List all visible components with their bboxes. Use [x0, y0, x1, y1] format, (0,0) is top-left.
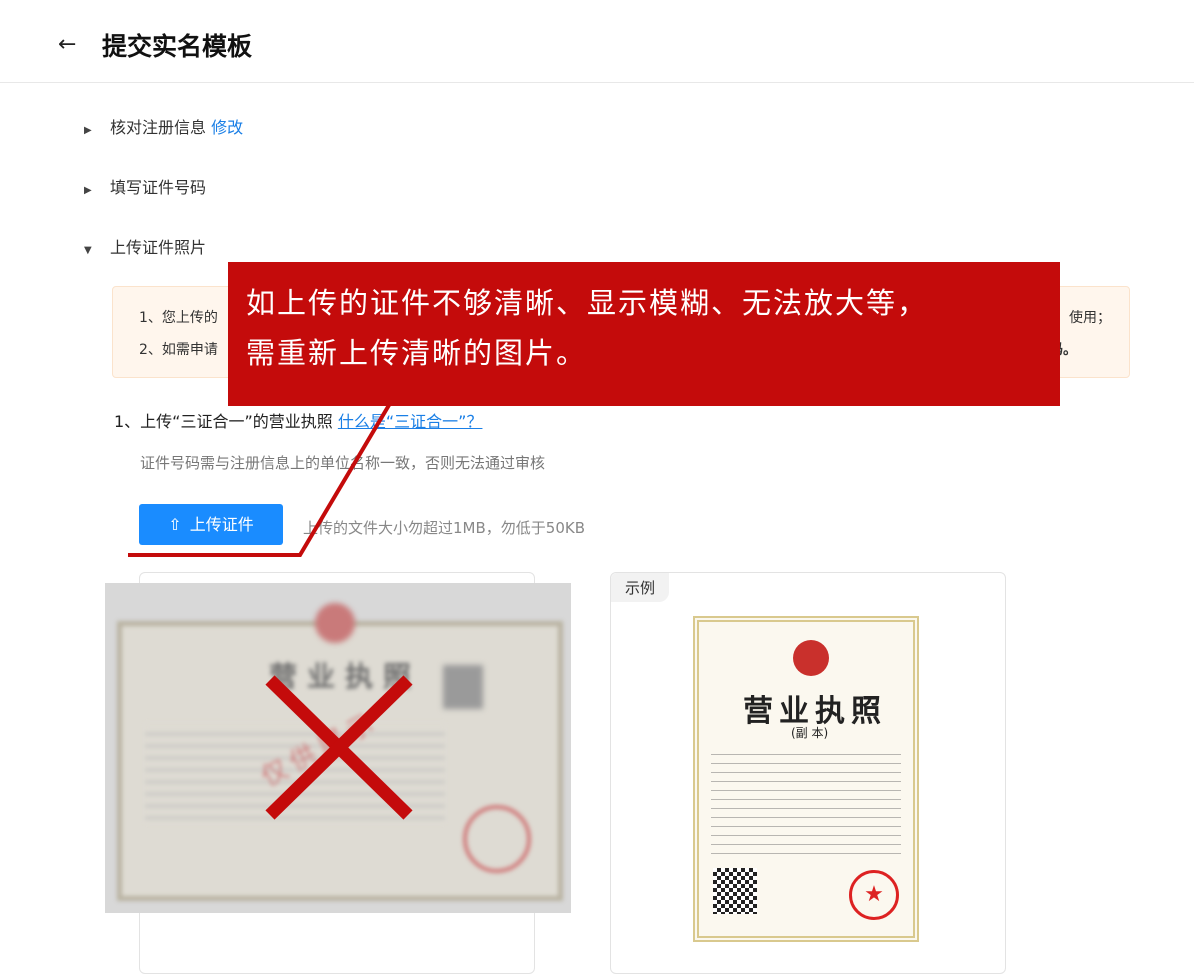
- callout-line-1: 如上传的证件不够清晰、显示模糊、无法放大等，: [246, 286, 929, 320]
- callout-line-2: 需重新上传清晰的图片。: [246, 336, 588, 370]
- annotation-overlay: [128, 398, 413, 820]
- callout-pointer-line: [128, 398, 394, 557]
- annotation-callout: 如上传的证件不够清晰、显示模糊、无法放大等， 需重新上传清晰的图片。: [228, 262, 1060, 406]
